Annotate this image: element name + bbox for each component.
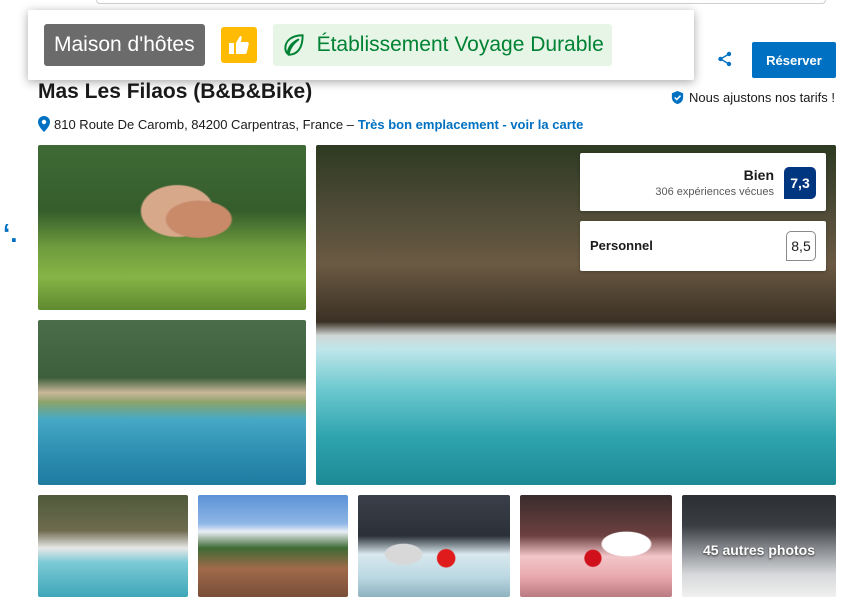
gallery-thumb-jacuzzi-blue[interactable] <box>358 495 510 597</box>
price-match-text: Nous ajustons nos tarifs ! <box>689 90 835 105</box>
location-map-link[interactable]: Très bon emplacement - voir la carte <box>358 117 583 132</box>
review-score-badge: 7,3 <box>784 167 816 199</box>
staff-label: Personnel <box>590 238 653 253</box>
top-search-strip <box>96 0 826 4</box>
staff-score-badge: 8,5 <box>786 231 816 261</box>
map-pin-icon <box>38 116 50 132</box>
address-row: 810 Route De Caromb, 84200 Carpentras, F… <box>38 116 583 132</box>
address-text: 810 Route De Caromb, 84200 Carpentras, F… <box>54 116 354 132</box>
review-score-card[interactable]: Bien 306 expériences vécues 7,3 <box>580 153 826 211</box>
gallery-photo-pool-garden[interactable] <box>38 320 306 485</box>
review-count: 306 expériences vécues <box>655 186 774 198</box>
property-type-badge: Maison d'hôtes <box>44 24 205 66</box>
reserve-button[interactable]: Réserver <box>752 42 836 78</box>
share-icon[interactable] <box>716 50 734 68</box>
gallery-thumb-pool[interactable] <box>38 495 188 597</box>
thumbs-up-icon[interactable] <box>220 27 257 63</box>
thumbs-up-icon-svg <box>228 36 249 54</box>
rating-word: Bien <box>743 167 774 183</box>
gallery-thumb-mountain[interactable] <box>198 495 348 597</box>
gallery-photo-house[interactable] <box>38 145 306 310</box>
badge-magnifier-popup: Maison d'hôtes Établissement Voyage Dura… <box>28 10 694 80</box>
sustainable-travel-badge[interactable]: Établissement Voyage Durable <box>272 24 612 66</box>
price-match-notice[interactable]: Nous ajustons nos tarifs ! <box>670 90 835 105</box>
gallery-thumb-jacuzzi-pink[interactable] <box>520 495 672 597</box>
leaf-icon <box>283 34 304 56</box>
shield-check-icon <box>671 90 684 105</box>
gallery-thumb-more[interactable]: 45 autres photos <box>682 495 836 597</box>
property-title: Mas Les Filaos (B&B&Bike) <box>38 80 313 103</box>
more-photos-label: 45 autres photos <box>702 542 816 558</box>
sustainable-label: Établissement Voyage Durable <box>316 33 604 56</box>
property-page: Maison d'hôtes Établissement Voyage Dura… <box>0 0 851 597</box>
carousel-prev-icon[interactable]: ‘. <box>3 218 17 249</box>
staff-score-card[interactable]: Personnel 8,5 <box>580 221 826 271</box>
